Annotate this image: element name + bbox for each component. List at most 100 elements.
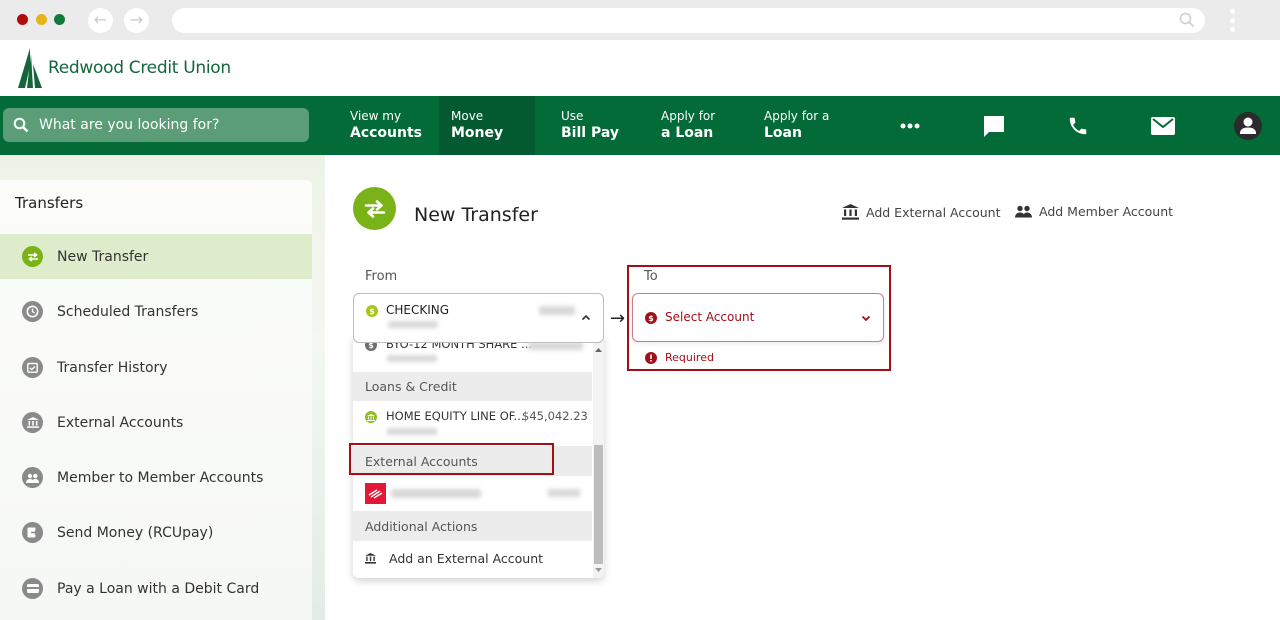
bank-icon — [365, 553, 376, 564]
browser-menu-icon[interactable] — [1230, 9, 1236, 36]
mail-icon[interactable] — [1133, 96, 1193, 155]
sidebar-item-new-transfer[interactable]: New Transfer — [0, 234, 312, 279]
sidebar-item-label: External Accounts — [57, 414, 184, 431]
send-money-icon — [22, 522, 43, 543]
from-selected-account: CHECKING — [386, 303, 450, 317]
nav-bill-pay[interactable]: Use Bill Pay — [549, 96, 631, 155]
nav-line1: Move — [451, 109, 484, 123]
to-label: To — [644, 269, 658, 284]
sidebar-item-external-accounts[interactable]: External Accounts — [0, 400, 312, 445]
members-icon — [22, 467, 43, 488]
masked-balance — [539, 306, 575, 315]
account-name: HOME EQUITY LINE OF... — [386, 409, 525, 423]
bank-of-america-logo-icon — [365, 483, 386, 504]
members-icon — [1015, 205, 1032, 218]
add-external-account-label: Add External Account — [866, 204, 1001, 220]
add-external-account-option-label: Add an External Account — [389, 551, 544, 566]
chat-icon[interactable] — [964, 96, 1024, 155]
calendar-check-icon — [22, 357, 43, 378]
nav-line2: Money — [451, 125, 504, 141]
nav-line2: Bill Pay — [561, 125, 619, 141]
card-icon — [22, 578, 43, 599]
logo[interactable]: Redwood Credit Union — [18, 48, 231, 88]
add-external-account-option[interactable]: Add an External Account — [353, 541, 592, 578]
required-error: Required — [645, 351, 714, 364]
window-close-dot[interactable] — [17, 14, 28, 25]
sidebar-item-pay-loan-debit[interactable]: Pay a Loan with a Debit Card — [0, 566, 312, 611]
window-minimize-dot[interactable] — [36, 14, 47, 25]
nav-apply-for-a-loan[interactable]: Apply for a Loan — [752, 96, 841, 155]
scroll-down-icon[interactable] — [595, 568, 602, 572]
redwood-tree-icon — [18, 48, 42, 88]
dollar-icon: $ — [645, 312, 657, 324]
chevron-down-icon — [861, 315, 871, 322]
add-member-account-label: Add Member Account — [1039, 204, 1174, 219]
nav-move-money[interactable]: Move Money — [439, 96, 535, 155]
address-bar[interactable] — [172, 8, 1205, 33]
arrow-right-icon: → — [610, 308, 626, 329]
sidebar-item-label: New Transfer — [57, 248, 149, 265]
sidebar-item-send-money[interactable]: Send Money (RCUpay) — [0, 510, 312, 555]
sidebar-item-scheduled-transfers[interactable]: Scheduled Transfers — [0, 289, 312, 334]
phone-icon[interactable] — [1048, 96, 1108, 155]
arrow-right-icon[interactable]: → — [124, 8, 149, 33]
logo-text: Redwood Credit Union — [48, 58, 231, 78]
dollar-icon: $ — [366, 305, 378, 317]
masked-account-number — [548, 489, 580, 497]
bank-icon — [365, 411, 377, 423]
required-error-text: Required — [665, 351, 714, 364]
window-maximize-dot[interactable] — [54, 14, 65, 25]
nav-line1: Use — [561, 109, 584, 123]
sidebar-item-label: Transfer History — [57, 359, 168, 376]
search-placeholder: What are you looking for? — [39, 117, 220, 133]
group-header-external-accounts: External Accounts — [353, 446, 592, 476]
browser-chrome: ← → — [0, 0, 1280, 40]
scrollbar-thumb[interactable] — [594, 445, 603, 564]
transfer-icon — [22, 246, 43, 267]
sidebar: Transfers New Transfer Scheduled Transfe… — [0, 180, 312, 620]
from-label: From — [365, 269, 398, 284]
transfer-icon — [353, 187, 396, 230]
search-icon — [1179, 12, 1195, 28]
nav-line2: a Loan — [661, 125, 714, 141]
page-title: New Transfer — [414, 204, 538, 226]
sidebar-item-label: Send Money (RCUpay) — [57, 524, 214, 541]
masked-account-number — [387, 428, 437, 435]
clock-icon — [22, 301, 43, 322]
nav-apply-loan[interactable]: Apply for a Loan — [649, 96, 727, 155]
nav-line2: Accounts — [350, 125, 423, 141]
more-icon[interactable] — [880, 96, 940, 155]
scroll-up-icon[interactable] — [595, 348, 602, 352]
bank-icon — [842, 204, 859, 220]
profile-icon[interactable] — [1218, 96, 1278, 155]
sidebar-item-member-to-member[interactable]: Member to Member Accounts — [0, 455, 312, 500]
add-external-account-link[interactable]: Add External Account — [842, 204, 1000, 220]
nav-line1: Apply for a — [764, 109, 830, 123]
sidebar-title: Transfers — [15, 194, 84, 212]
sidebar-item-transfer-history[interactable]: Transfer History — [0, 345, 312, 390]
main-navigation: What are you looking for? View my Accoun… — [0, 96, 1280, 155]
account-balance: $45,042.23 — [522, 409, 588, 423]
error-icon — [645, 351, 657, 364]
list-item[interactable]: HOME EQUITY LINE OF... $45,042.23 — [353, 401, 592, 442]
nav-view-accounts[interactable]: View my Accounts — [338, 96, 434, 155]
list-item[interactable] — [353, 476, 592, 511]
sidebar-item-label: Scheduled Transfers — [57, 303, 199, 320]
add-member-account-link[interactable]: Add Member Account — [1015, 204, 1173, 219]
arrow-left-icon[interactable]: ← — [88, 8, 113, 33]
masked-account-name — [391, 489, 481, 498]
from-account-select[interactable]: $ CHECKING — [353, 293, 604, 343]
from-account-dropdown: $ BYO-12 MONTH SHARE ... Loans & Credit … — [353, 336, 604, 578]
site-search-input[interactable]: What are you looking for? — [3, 108, 309, 142]
masked-account-number — [388, 321, 438, 328]
sidebar-item-label: Member to Member Accounts — [57, 469, 264, 486]
nav-line1: View my — [350, 109, 402, 123]
to-account-select[interactable]: $ Select Account — [632, 293, 884, 342]
site-header: Redwood Credit Union — [0, 40, 1280, 96]
dropdown-scrollbar[interactable] — [593, 336, 604, 578]
bank-icon — [22, 412, 43, 433]
sidebar-item-label: Pay a Loan with a Debit Card — [57, 580, 260, 597]
nav-line2: Loan — [764, 125, 802, 141]
masked-account-number — [387, 355, 437, 362]
search-icon — [13, 117, 29, 133]
